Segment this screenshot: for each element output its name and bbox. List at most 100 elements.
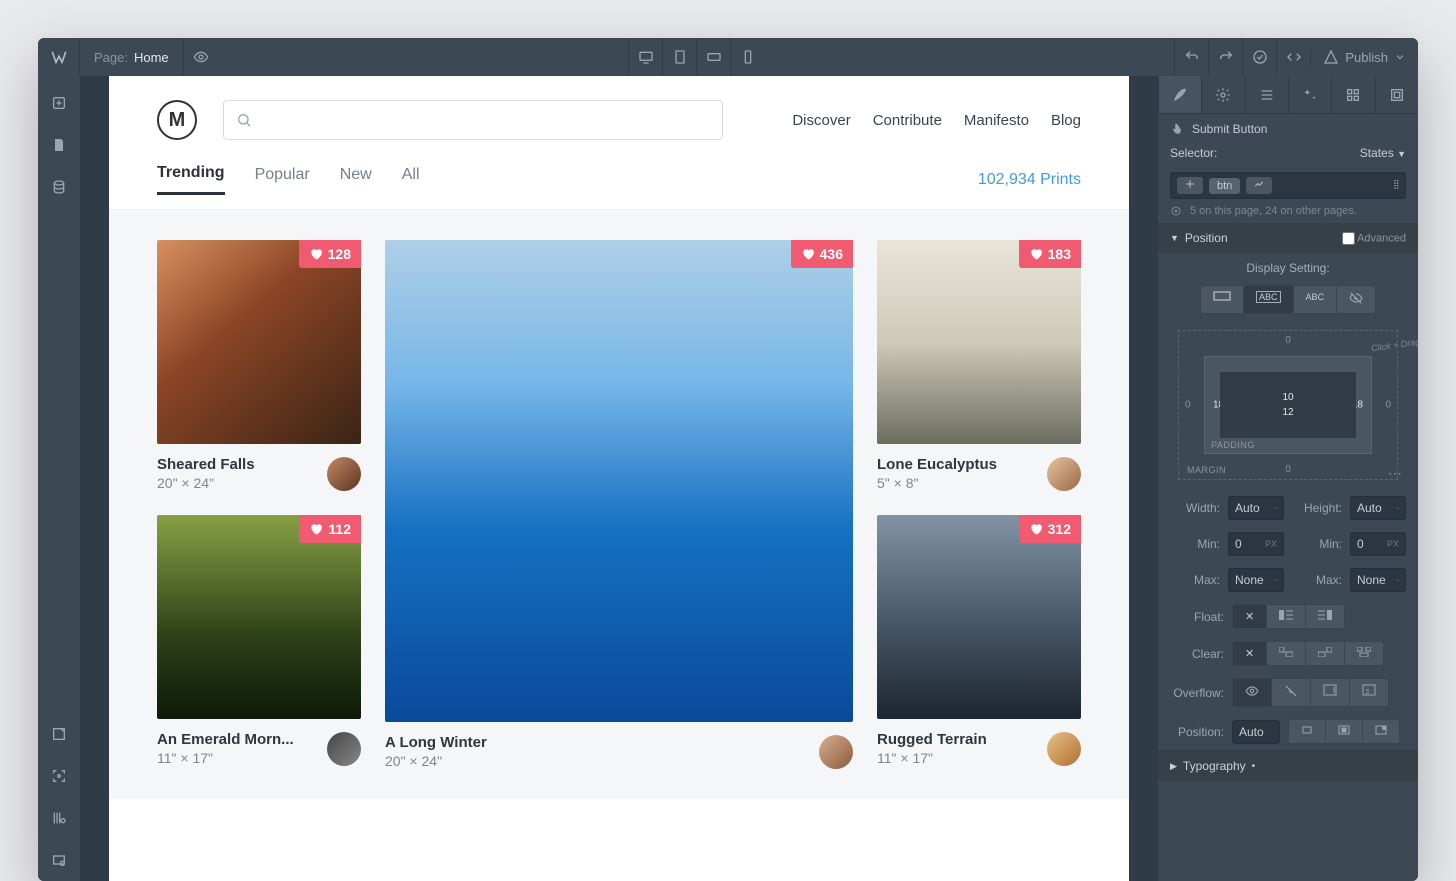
tab-new[interactable]: New [340, 166, 372, 194]
display-inline-button[interactable]: ABC [1294, 285, 1338, 314]
position-fixed-button[interactable] [1363, 719, 1400, 744]
design-canvas[interactable]: M Discover Contribute Manifesto Blog Tre… [109, 76, 1129, 881]
class-chip[interactable]: btn [1209, 178, 1240, 194]
effects-tab[interactable] [1288, 76, 1331, 113]
min-width-input[interactable]: 0PX [1228, 532, 1284, 556]
avatar[interactable] [1047, 732, 1081, 766]
style-tab[interactable] [1158, 76, 1201, 113]
page-label: Page: [94, 50, 128, 65]
advanced-checkbox[interactable] [1342, 232, 1355, 245]
checkmark-button[interactable] [1242, 38, 1276, 76]
webflow-logo[interactable] [38, 38, 80, 76]
position-relative-button[interactable] [1288, 719, 1326, 744]
card-rugged-terrain[interactable]: 312 Rugged Terrain11" × 17" [877, 515, 1081, 766]
clear-left-button[interactable] [1267, 641, 1306, 666]
all-chip[interactable] [1177, 177, 1203, 194]
selector-field[interactable]: btn ⦙⦙ [1170, 172, 1406, 199]
overflow-hidden-button[interactable] [1272, 678, 1311, 707]
typography-section-header[interactable]: ▶Typography• [1158, 750, 1418, 781]
undo-button[interactable] [1174, 38, 1208, 76]
navigator-button[interactable] [38, 713, 80, 755]
margin-right-value[interactable]: 0 [1385, 400, 1391, 411]
xray-button[interactable] [38, 839, 80, 881]
code-button[interactable] [1276, 38, 1310, 76]
interactions-tab[interactable] [1331, 76, 1374, 113]
search-input[interactable] [223, 100, 723, 140]
page-selector[interactable]: Page: Home [80, 38, 184, 76]
card-title[interactable]: An Emerald Morn... [157, 731, 317, 748]
card-sheared-falls[interactable]: 128 Sheared Falls20" × 24" [157, 240, 361, 491]
box-model-editor[interactable]: MARGIN 0 0 0 0 PADDING 18 18 10 12 ⋯ Cli… [1178, 330, 1398, 480]
position-section-header[interactable]: ▼Position Advanced [1158, 223, 1418, 253]
clear-both-button[interactable] [1345, 641, 1384, 666]
display-block-button[interactable] [1200, 285, 1244, 314]
layout-tab[interactable] [1245, 76, 1288, 113]
avatar[interactable] [1047, 457, 1081, 491]
publish-button[interactable]: Publish [1310, 49, 1418, 65]
overflow-scroll-button[interactable] [1311, 678, 1350, 707]
position-select[interactable]: Auto [1232, 720, 1280, 744]
avatar[interactable] [327, 457, 361, 491]
avatar[interactable] [819, 735, 853, 769]
margin-left-value[interactable]: 0 [1185, 400, 1191, 411]
assets-tab[interactable] [1375, 76, 1418, 113]
card-title[interactable]: Sheared Falls [157, 456, 317, 473]
tab-popular[interactable]: Popular [255, 166, 310, 194]
card-title[interactable]: A Long Winter [385, 734, 809, 751]
nav-blog[interactable]: Blog [1051, 112, 1081, 129]
preview-eye-button[interactable] [184, 38, 218, 76]
margin-bottom-value[interactable]: 0 [1285, 464, 1291, 475]
like-badge[interactable]: 112 [299, 515, 361, 543]
float-left-button[interactable] [1267, 604, 1306, 629]
height-input[interactable]: Auto- [1350, 496, 1406, 520]
states-dropdown[interactable]: States ▼ [1360, 146, 1406, 160]
overflow-visible-button[interactable] [1232, 678, 1272, 707]
position-absolute-button[interactable] [1326, 719, 1363, 744]
nav-discover[interactable]: Discover [792, 112, 850, 129]
display-none-button[interactable] [1337, 285, 1376, 314]
max-width-input[interactable]: None- [1228, 568, 1284, 592]
nav-manifesto[interactable]: Manifesto [964, 112, 1029, 129]
max-height-input[interactable]: None- [1350, 568, 1406, 592]
site-logo[interactable]: M [157, 100, 197, 140]
device-tablet-landscape-button[interactable] [696, 38, 730, 76]
box-more-button[interactable]: ⋯ [1388, 465, 1402, 482]
min-height-input[interactable]: 0PX [1350, 532, 1406, 556]
add-element-button[interactable] [38, 82, 80, 124]
card-emerald-morn[interactable]: 112 An Emerald Morn...11" × 17" [157, 515, 361, 766]
focus-button[interactable] [38, 755, 80, 797]
display-inline-block-button[interactable]: ABC [1244, 285, 1294, 314]
pages-button[interactable] [38, 124, 80, 166]
clear-right-button[interactable] [1306, 641, 1345, 666]
margin-top-value[interactable]: 0 [1285, 335, 1291, 346]
redo-button[interactable] [1208, 38, 1242, 76]
card-lone-eucalyptus[interactable]: 183 Lone Eucalyptus5" × 8" [877, 240, 1081, 491]
settings-tab[interactable] [1201, 76, 1244, 113]
tab-trending[interactable]: Trending [157, 164, 225, 195]
min-height-label: Min: [1292, 537, 1342, 551]
width-input[interactable]: Auto- [1228, 496, 1284, 520]
audit-button[interactable] [38, 797, 80, 839]
nav-contribute[interactable]: Contribute [873, 112, 942, 129]
device-phone-button[interactable] [730, 38, 764, 76]
avatar[interactable] [327, 732, 361, 766]
like-badge[interactable]: 436 [791, 240, 853, 268]
overflow-auto-button[interactable] [1350, 678, 1389, 707]
tab-all[interactable]: All [402, 166, 420, 194]
device-desktop-button[interactable] [628, 38, 662, 76]
like-badge[interactable]: 183 [1019, 240, 1081, 268]
device-tablet-button[interactable] [662, 38, 696, 76]
like-badge[interactable]: 312 [1019, 515, 1081, 543]
selector-menu-button[interactable]: ⦙⦙ [1394, 178, 1399, 193]
float-right-button[interactable] [1306, 604, 1345, 629]
padding-top-value[interactable]: 10 [1282, 392, 1293, 403]
card-title[interactable]: Rugged Terrain [877, 731, 1037, 748]
clear-none-button[interactable]: ✕ [1232, 641, 1267, 666]
card-title[interactable]: Lone Eucalyptus [877, 456, 1037, 473]
cms-button[interactable] [38, 166, 80, 208]
add-class-button[interactable] [1246, 177, 1272, 194]
float-none-button[interactable]: ✕ [1232, 604, 1267, 629]
padding-bottom-value[interactable]: 12 [1282, 407, 1293, 418]
card-long-winter[interactable]: 436 A Long Winter20" × 24" [385, 240, 853, 769]
like-badge[interactable]: 128 [299, 240, 361, 268]
